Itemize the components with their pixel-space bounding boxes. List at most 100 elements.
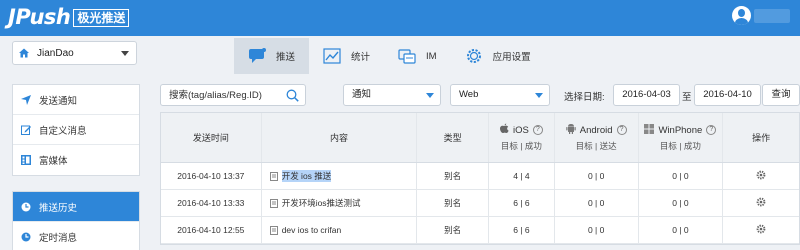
android-icon [566,123,576,137]
help-icon[interactable]: ? [706,125,717,135]
cell-time: 2016-04-10 13:37 [161,163,262,189]
cell-content[interactable]: dev ios to crifan [262,217,418,243]
tab-push-label: 推送 [276,52,296,63]
table-row[interactable]: 2016-04-10 12:55 dev ios to crifan 别名 6 … [161,217,799,244]
username-redacted[interactable] [754,9,790,23]
settings-gear-icon[interactable] [756,170,766,182]
help-icon[interactable]: ? [616,125,627,135]
cell-type: 别名 [417,190,489,216]
header-winphone: WinPhone ? 目标 | 成功 [639,113,724,162]
sidebar-item-scheduled[interactable]: 定时消息 [13,222,139,250]
cell-time: 2016-04-10 13:33 [161,190,262,216]
table-row[interactable]: 2016-04-10 13:33 开发环境ios推送测试 别名 6 | 6 0 … [161,190,799,217]
search-box [160,84,306,106]
cell-ios: 6 | 6 [489,190,555,216]
header-winphone-sub: 目标 | 成功 [659,140,701,151]
tab-stats[interactable]: 统计 [309,38,384,74]
cell-type: 别名 [417,217,489,243]
timer-icon [21,232,31,242]
top-bar: JPush 极光推送 [0,0,800,36]
sidebar-item-custom-message[interactable]: 自定义消息 [13,115,139,145]
cell-time: 2016-04-10 12:55 [161,217,262,243]
tab-im[interactable]: IM [384,38,451,74]
cell-content-text: 开发 ios 推送 [281,170,332,182]
header-android-label: Android [579,124,613,136]
document-icon [269,198,278,208]
cell-operation [723,190,799,216]
cell-content[interactable]: 开发环境ios推送测试 [262,190,418,216]
push-history-table: 发送时间 内容 类型 iOS ? 目标 | 成功 Android ? 目标 | … [160,112,800,245]
sidebar-item-label: 推送历史 [39,202,78,214]
message-type-select[interactable]: 通知 [343,84,441,106]
im-icon [398,47,416,65]
chevron-down-icon [426,93,434,98]
search-input[interactable] [161,85,285,105]
jpush-logo[interactable]: JPush 极光推送 [8,3,130,29]
tab-push[interactable]: 推送 [234,38,310,74]
date-from-input[interactable]: 2016-04-03 [613,84,680,106]
settings-gear-icon[interactable] [756,224,766,236]
header-operation: 操作 [752,133,771,143]
gear-icon [465,47,483,65]
cell-content[interactable]: 开发 ios 推送 [262,163,418,189]
search-icon[interactable] [286,89,299,102]
tab-stats-label: 统计 [351,52,371,63]
cell-winphone: 0 | 0 [639,217,724,243]
cell-ios: 4 | 4 [489,163,555,189]
header-ios-sub: 目标 | 成功 [500,141,542,151]
app-selector[interactable]: JianDao [12,41,137,65]
chat-bubble-icon [248,47,266,65]
header-content: 内容 [262,113,418,162]
header-android-sub: 目标 | 送达 [575,141,617,151]
chart-icon [323,47,341,65]
header-send-time: 发送时间 [161,113,262,162]
help-icon[interactable]: ? [532,125,543,135]
app-name: JianDao [37,47,74,59]
chevron-down-icon [535,93,543,98]
tab-app-settings-label: 应用设置 [492,52,531,63]
sidebar-item-label: 自定义消息 [39,125,87,137]
sidebar-item-label: 定时消息 [39,233,78,244]
cell-operation [723,217,799,243]
sidebar-group-send: 发送通知 自定义消息 富媒体 [12,84,140,176]
send-icon [21,94,31,105]
document-icon [269,225,278,235]
query-button[interactable]: 查询 [762,84,800,106]
windows-icon [644,123,655,137]
date-to-input[interactable]: 2016-04-10 [694,84,761,106]
cell-type: 别名 [417,163,489,189]
header-type: 类型 [417,113,489,162]
settings-gear-icon[interactable] [756,197,766,209]
clock-icon [21,202,31,212]
sidebar-item-label: 富媒体 [39,156,68,167]
edit-icon [21,125,31,135]
date-label: 选择日期: [564,92,605,103]
logo-text: JPush [8,5,71,29]
cell-android: 0 | 0 [555,163,639,189]
chevron-down-icon [121,51,129,56]
header-ios-label: iOS [512,124,529,136]
rich-media-icon [21,155,31,165]
platform-select[interactable]: Web [450,84,550,106]
cell-winphone: 0 | 0 [639,163,724,189]
table-header: 发送时间 内容 类型 iOS ? 目标 | 成功 Android ? 目标 | … [161,113,799,163]
tab-im-label: IM [426,50,437,62]
header-ios: iOS ? 目标 | 成功 [489,113,555,162]
document-icon [269,171,278,181]
cell-content-text: dev ios to crifan [281,225,342,235]
table-row[interactable]: 2016-04-10 13:37 开发 ios 推送 别名 4 | 4 0 | … [161,163,799,190]
main-nav: 推送 统计 IM 应用设置 [234,38,545,74]
sidebar-item-rich-media[interactable]: 富媒体 [13,145,139,175]
cell-android: 0 | 0 [555,190,639,216]
sidebar-item-send-notification[interactable]: 发送通知 [13,85,139,115]
sidebar-item-push-history[interactable]: 推送历史 [13,192,139,222]
sidebar-group-history: 推送历史 定时消息 [12,191,140,250]
date-to-label: 至 [682,92,692,103]
user-avatar-icon[interactable] [732,6,751,25]
cell-operation [723,163,799,189]
cell-content-text: 开发环境ios推送测试 [281,198,361,208]
cell-android: 0 | 0 [555,217,639,243]
tab-app-settings[interactable]: 应用设置 [451,38,545,74]
sidebar-item-label: 发送通知 [39,95,78,107]
apple-icon [499,123,509,137]
